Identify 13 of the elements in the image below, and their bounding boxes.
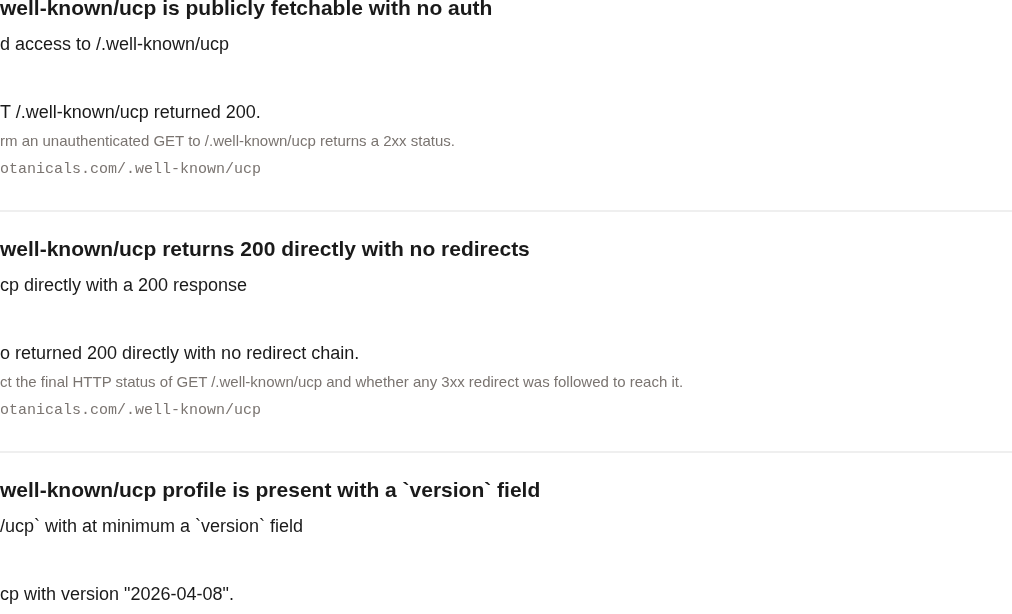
- check-result: T /.well-known/ucp returned 200.: [0, 101, 261, 124]
- check-title: well-known/ucp profile is present with a `version` field: [0, 477, 541, 503]
- check-hint: rm an unauthenticated GET to /.well-known/ucp returns a 2xx status.: [0, 131, 455, 151]
- check-description: /ucp` with at minimum a `version` field: [0, 515, 304, 538]
- check-title: well-known/ucp returns 200 directly with no redirects: [0, 236, 530, 262]
- check-url: otanicals.com/.well-known/ucp: [0, 401, 262, 421]
- check-title: well-known/ucp is publicly fetchable with no auth: [0, 0, 493, 21]
- check-result: cp with version "2026-04-08".: [0, 583, 234, 606]
- check-hint: ct the final HTTP status of GET /.well-known/ucp and whether any 3xx redirect was followed to reach it.: [0, 372, 684, 392]
- check-description: cp directly with a 200 response: [0, 274, 248, 297]
- check-result: o returned 200 directly with no redirect chain.: [0, 342, 360, 365]
- check-description: d access to /.well-known/ucp: [0, 33, 230, 56]
- check-url: otanicals.com/.well-known/ucp: [0, 160, 262, 180]
